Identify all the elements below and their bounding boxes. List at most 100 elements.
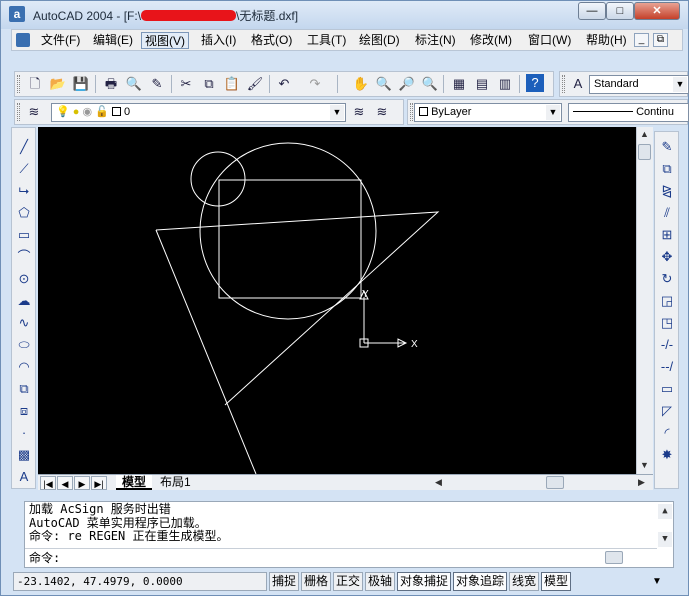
- zoom-previous-icon[interactable]: 🔍: [420, 74, 440, 94]
- chamfer-icon[interactable]: ◸: [657, 401, 677, 421]
- triangle-left-edge[interactable]: [155, 229, 257, 474]
- make-current-layer-icon[interactable]: ≋: [349, 102, 369, 122]
- offset-icon[interactable]: ⫽: [657, 203, 677, 223]
- scroll-down-icon[interactable]: ▼: [637, 458, 652, 473]
- make-block-icon[interactable]: ⧈: [14, 401, 34, 421]
- multiline-text-icon[interactable]: A: [14, 467, 34, 487]
- menu-insert[interactable]: 插入(I): [198, 32, 239, 49]
- menu-edit[interactable]: 编辑(E): [90, 32, 136, 49]
- construction-line-icon[interactable]: ⟋: [14, 159, 34, 179]
- publish-icon[interactable]: ✎: [147, 74, 167, 94]
- document-icon[interactable]: [16, 33, 30, 47]
- polar-toggle[interactable]: 极轴: [365, 572, 395, 591]
- line-icon[interactable]: ╱: [14, 137, 34, 157]
- move-icon[interactable]: ✥: [657, 247, 677, 267]
- explode-icon[interactable]: ✸: [657, 445, 677, 465]
- layer-previous-icon[interactable]: ≋: [372, 102, 392, 122]
- vertical-scrollbar[interactable]: ▲ ▼: [636, 127, 653, 474]
- menu-format[interactable]: 格式(O): [248, 32, 295, 49]
- osnap-toggle[interactable]: 对象捕捉: [397, 572, 451, 591]
- close-button[interactable]: ✕: [634, 2, 680, 20]
- toolbar-grip[interactable]: [410, 103, 413, 121]
- minimize-button[interactable]: —: [578, 2, 606, 20]
- command-window[interactable]: 加载 AcSign 服务时出错 AutoCAD 菜单实用程序已加载。 命令: re …: [24, 501, 674, 568]
- preview-icon[interactable]: 🔍: [124, 74, 144, 94]
- prev-tab-icon[interactable]: ◀: [57, 476, 73, 490]
- zoom-window-icon[interactable]: 🔎: [397, 74, 417, 94]
- array-icon[interactable]: ⊞: [657, 225, 677, 245]
- copy-object-icon[interactable]: ⧉: [657, 159, 677, 179]
- open-icon[interactable]: 📂: [48, 74, 68, 94]
- properties-icon[interactable]: ▦: [449, 74, 469, 94]
- save-icon[interactable]: 💾: [71, 74, 91, 94]
- point-icon[interactable]: ·: [14, 423, 34, 443]
- chevron-down-icon[interactable]: ▼: [330, 105, 344, 120]
- new-icon[interactable]: 🗋: [25, 74, 45, 94]
- ellipse-arc-icon[interactable]: ◠: [14, 357, 34, 377]
- scroll-right-icon[interactable]: ▶: [634, 475, 649, 490]
- menu-modify[interactable]: 修改(M): [467, 32, 515, 49]
- mdi-minimize-button[interactable]: _: [634, 33, 649, 47]
- command-input[interactable]: 命令:: [25, 548, 657, 567]
- match-properties-icon[interactable]: 🖌: [245, 74, 265, 94]
- polyline-icon[interactable]: ⮡: [14, 181, 34, 201]
- toolbar-grip[interactable]: [17, 75, 20, 93]
- drawing-area[interactable]: Y X: [38, 127, 636, 474]
- triangle-edges[interactable]: [155, 211, 440, 406]
- chevron-down-icon[interactable]: ▼: [673, 77, 687, 92]
- snap-toggle[interactable]: 捕捉: [269, 572, 299, 591]
- lineweight-toggle[interactable]: 线宽: [509, 572, 539, 591]
- menu-window[interactable]: 窗口(W): [525, 32, 574, 49]
- text-style-select[interactable]: Standard ▼: [589, 75, 689, 94]
- layer-lock-icon[interactable]: 🔓: [95, 106, 109, 118]
- menu-tools[interactable]: 工具(T): [304, 32, 349, 49]
- small-circle[interactable]: [190, 151, 246, 207]
- next-tab-icon[interactable]: ▶: [74, 476, 90, 490]
- paste-icon[interactable]: 📋: [222, 74, 242, 94]
- rotate-icon[interactable]: ↻: [657, 269, 677, 289]
- vertical-scroll-thumb[interactable]: [638, 144, 651, 160]
- scroll-up-icon[interactable]: ▲: [637, 127, 652, 142]
- tab-layout1[interactable]: 布局1: [154, 475, 197, 490]
- command-scroll-thumb[interactable]: [605, 551, 623, 564]
- first-tab-icon[interactable]: |◀: [40, 476, 56, 490]
- scroll-down-icon[interactable]: ▼: [658, 532, 672, 547]
- autocad-app-icon[interactable]: a: [9, 6, 25, 22]
- rectangle-shape[interactable]: [218, 179, 362, 299]
- pan-icon[interactable]: ✋: [351, 74, 371, 94]
- horizontal-scroll-thumb[interactable]: [546, 476, 564, 489]
- title-bar[interactable]: a AutoCAD 2004 - [F:\ \无标题.dxf] — □ ✕: [1, 1, 688, 29]
- model-toggle[interactable]: 模型: [541, 572, 571, 591]
- copy-icon[interactable]: ⧉: [199, 74, 219, 94]
- horizontal-scrollbar[interactable]: ◀ ▶: [431, 475, 651, 490]
- ortho-toggle[interactable]: 正交: [333, 572, 363, 591]
- cut-icon[interactable]: ✂: [176, 74, 196, 94]
- text-style-icon[interactable]: A: [568, 74, 588, 94]
- scale-icon[interactable]: ◲: [657, 291, 677, 311]
- spline-icon[interactable]: ∿: [14, 313, 34, 333]
- layer-thaw-icon[interactable]: ●: [73, 106, 80, 118]
- insert-block-icon[interactable]: ⧉: [14, 379, 34, 399]
- trim-icon[interactable]: -/-: [657, 335, 677, 355]
- break-icon[interactable]: ▭: [657, 379, 677, 399]
- maximize-button[interactable]: □: [606, 2, 634, 20]
- drawing-svg[interactable]: Y X: [38, 127, 636, 474]
- menu-help[interactable]: 帮助(H): [583, 32, 630, 49]
- scroll-up-icon[interactable]: ▲: [658, 504, 672, 519]
- circle-icon[interactable]: ⊙: [14, 269, 34, 289]
- menu-dimension[interactable]: 标注(N): [412, 32, 459, 49]
- tab-model[interactable]: 模型: [116, 475, 153, 490]
- layer-viewport-icon[interactable]: ◉: [82, 106, 92, 118]
- erase-icon[interactable]: ✎: [657, 137, 677, 157]
- last-tab-icon[interactable]: ▶|: [91, 476, 107, 490]
- mdi-restore-button[interactable]: ⧉: [653, 33, 668, 47]
- menu-draw[interactable]: 绘图(D): [356, 32, 403, 49]
- stretch-icon[interactable]: ◳: [657, 313, 677, 333]
- extend-icon[interactable]: --/: [657, 357, 677, 377]
- otrack-toggle[interactable]: 对象追踪: [453, 572, 507, 591]
- status-menu-icon[interactable]: ▼: [652, 576, 662, 587]
- color-select[interactable]: ByLayer ▼: [414, 103, 562, 122]
- mirror-icon[interactable]: ⧎: [657, 181, 677, 201]
- layer-on-icon[interactable]: 💡: [56, 106, 70, 118]
- toolbar-grip[interactable]: [562, 75, 565, 93]
